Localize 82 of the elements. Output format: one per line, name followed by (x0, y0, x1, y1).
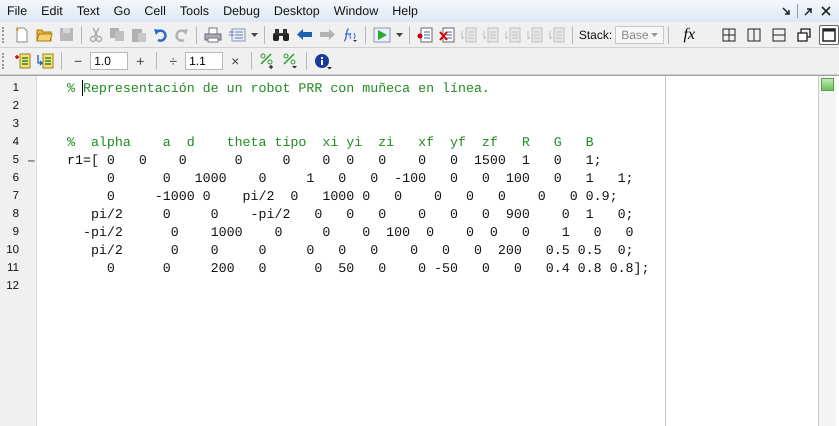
function-icon (342, 26, 358, 42)
line-number: 5 (12, 154, 19, 166)
menu-item[interactable]: Desktop (274, 4, 327, 18)
function-button[interactable]: fx (679, 26, 700, 44)
window-control-button[interactable] (819, 6, 833, 16)
menu-item[interactable]: Window (334, 4, 386, 18)
cell-insert-icon (14, 53, 31, 69)
copy-icon (108, 27, 125, 42)
left-arrow-icon (296, 28, 313, 41)
code-comment: % Representación de un robot PRR con muñeca en línea. (67, 80, 490, 96)
toolbar-button[interactable]: + (128, 53, 152, 69)
window-control-button[interactable] (802, 6, 815, 16)
layout-button[interactable] (819, 24, 839, 44)
document-icon (548, 26, 565, 42)
code-line: 0 0 1000 0 1 0 0 -100 0 0 100 0 1 1; (106, 170, 634, 186)
number-field[interactable]: 1.0 (90, 52, 128, 70)
line-number: 11 (6, 262, 19, 274)
document-lines-icon (228, 28, 246, 42)
redo-icon (174, 27, 189, 42)
menu-item[interactable]: Cell (144, 4, 173, 18)
folder-icon (36, 27, 53, 42)
code-line: pi/2 0 0 -pi/2 0 0 0 0 0 0 900 0 1 0; (90, 206, 634, 222)
line-number: 1 (12, 82, 19, 94)
info-icon (314, 52, 332, 70)
menu-item[interactable]: File (7, 4, 34, 18)
paste-icon (130, 26, 147, 42)
maximize-icon (822, 28, 836, 42)
menu-item[interactable]: Help (392, 4, 425, 18)
line-number: 7 (12, 190, 19, 202)
line-number: 4 (12, 136, 19, 148)
document-icon (526, 26, 543, 42)
rows-layout-icon (772, 28, 786, 42)
line-number: 9 (12, 226, 19, 238)
line-number: 6 (12, 172, 19, 184)
stack-label: Stack: (578, 28, 612, 42)
float-window-icon (797, 28, 812, 42)
code-comment: % alpha a d theta tipo xi yi zi xf yf zf R G B (67, 134, 594, 150)
menu-item[interactable]: Edit (41, 4, 70, 18)
code-line: -pi/2 0 1000 0 0 0 100 0 0 0 0 1 0 0 (82, 224, 634, 240)
line-marker: – (28, 153, 35, 167)
grid-layout-icon (722, 28, 736, 42)
right-arrow-icon (318, 28, 336, 41)
scrollbar-thumb[interactable] (821, 78, 834, 91)
line-number: 2 (12, 100, 19, 112)
binoculars-icon (272, 28, 290, 42)
undock-arrow-icon (782, 6, 791, 16)
printer-icon (204, 26, 222, 42)
window-control-button[interactable] (780, 6, 793, 16)
menu-item[interactable]: Debug (223, 4, 267, 18)
line-number: 3 (12, 118, 19, 130)
toolbar-button[interactable]: × (223, 53, 248, 69)
line-number: 8 (12, 208, 19, 220)
new-file-icon (14, 26, 30, 42)
undo-icon (152, 27, 168, 42)
document-dot-icon (416, 26, 433, 42)
line-number: 10 (5, 244, 19, 256)
document-cross-icon (438, 26, 455, 42)
close-icon (821, 6, 831, 16)
caret-icon (250, 32, 258, 36)
line-number: 12 (5, 280, 19, 292)
dock-arrow-icon (804, 6, 813, 16)
document-icon (504, 26, 521, 42)
caret-icon (651, 32, 658, 36)
columns-layout-icon (747, 28, 762, 42)
code-line: 0 0 200 0 0 50 0 0 -50 0 0 0.4 0.8 0.8]; (106, 260, 650, 276)
number-field[interactable]: 1.1 (185, 52, 224, 70)
document-icon (482, 26, 499, 42)
menu-item[interactable]: Tools (180, 4, 216, 18)
toolbar-button[interactable]: − (66, 53, 90, 69)
code-line: pi/2 0 0 0 0 0 0 0 0 0 200 0.5 0.5 0; (90, 242, 634, 258)
cell-next-icon (37, 53, 54, 69)
caret-icon (396, 32, 403, 36)
document-icon (460, 26, 477, 42)
toolbar-button[interactable]: ÷ (161, 53, 186, 69)
code-line: 0 -1000 0 pi/2 0 1000 0 0 0 0 0 0 0 0.9; (106, 188, 618, 204)
scissors-icon (88, 26, 103, 42)
menu-item[interactable]: Go (114, 4, 138, 18)
menu-item[interactable]: Text (76, 4, 107, 18)
run-icon (372, 26, 391, 42)
code-line: r1=[ 0 0 0 0 0 0 0 0 0 0 1500 1 0 1; (67, 152, 602, 168)
percent-caret-icon (282, 53, 300, 69)
scrollbar[interactable] (818, 76, 836, 426)
